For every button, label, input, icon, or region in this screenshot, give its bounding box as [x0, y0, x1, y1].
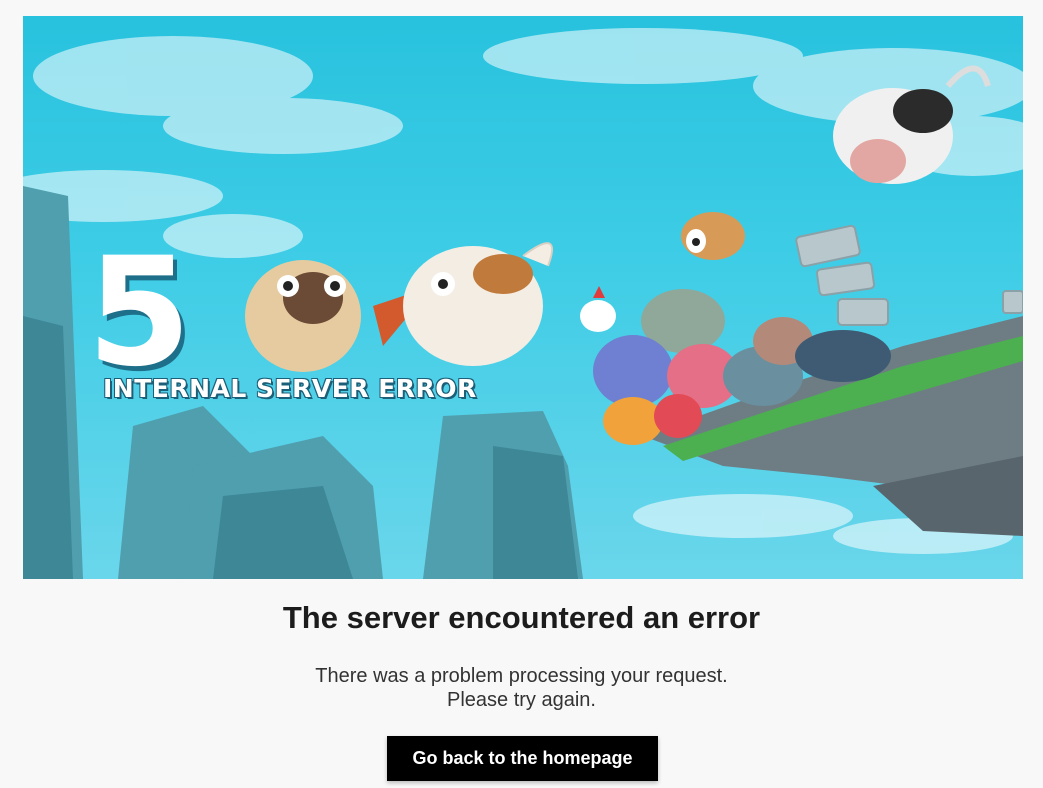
hero-illustration: 5 INTERNAL SERVER ERROR	[23, 16, 1023, 579]
hero-caption: INTERNAL SERVER ERROR	[103, 374, 477, 403]
page-title: The server encountered an error	[282, 600, 761, 635]
cat-character	[681, 212, 745, 260]
error-message: There was a problem processing your requ…	[0, 664, 1043, 712]
error-page: 5 INTERNAL SERVER ERROR The server encou…	[0, 0, 1043, 788]
rabbit-character	[373, 242, 553, 366]
homepage-button[interactable]: Go back to the homepage	[387, 736, 658, 781]
pug-character	[245, 260, 361, 372]
stone-stack	[795, 224, 1023, 326]
error-message-line-2: Please try again.	[447, 689, 596, 711]
error-code-digit: 5	[87, 226, 191, 400]
error-message-line-1: There was a problem processing your requ…	[315, 665, 728, 687]
